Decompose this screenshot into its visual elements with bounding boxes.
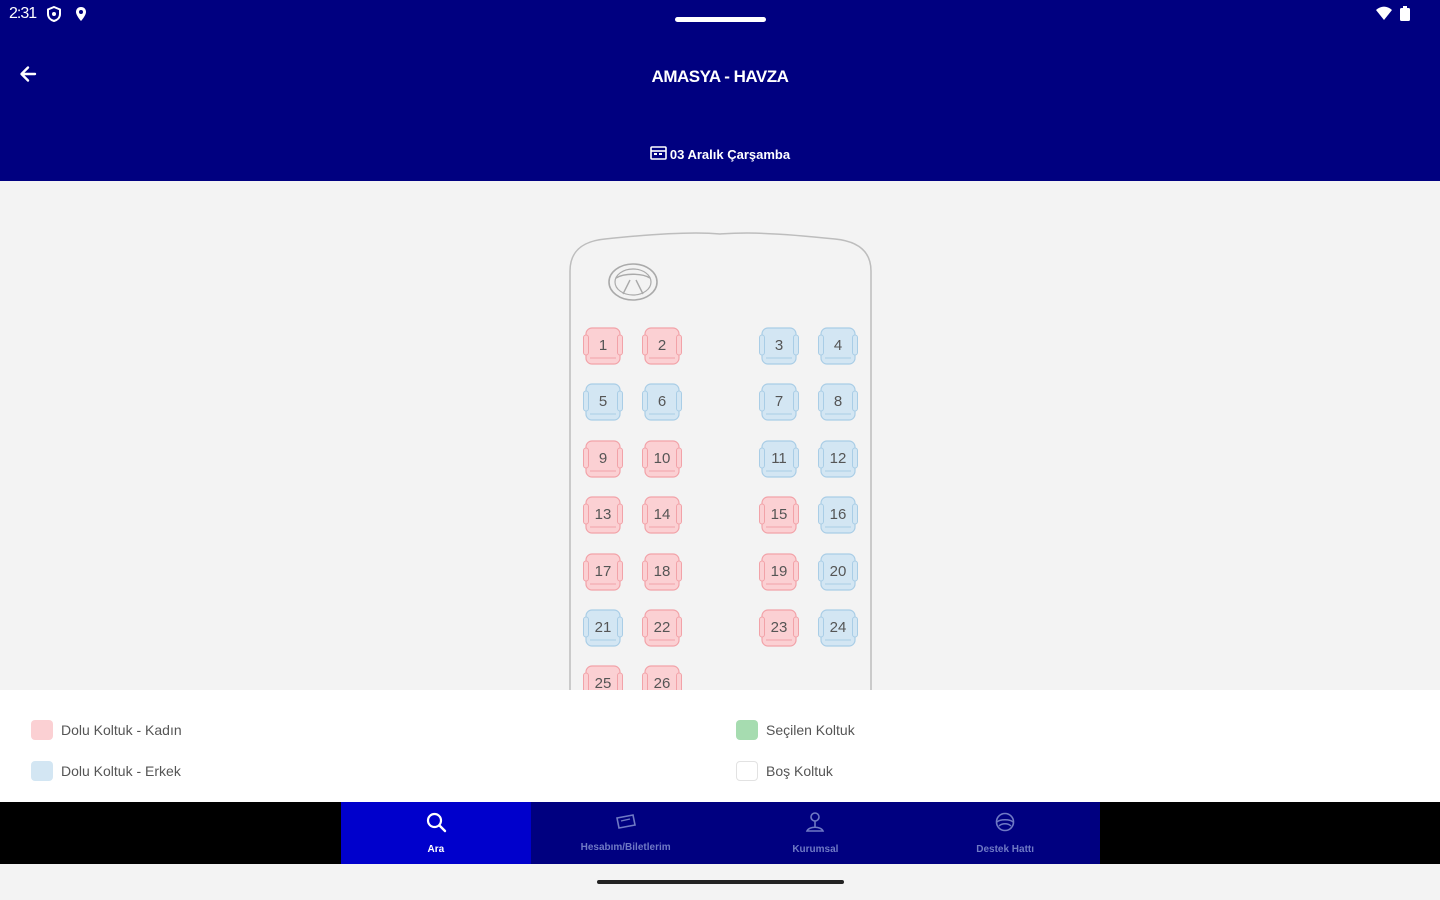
nav-label-tickets: Hesabım/Biletlerim: [580, 842, 671, 853]
seat-number: 16: [829, 506, 847, 524]
wifi-icon: [1375, 6, 1393, 27]
info-icon: [804, 811, 826, 838]
legend-empty: Boş Koltuk: [736, 761, 833, 781]
legend-swatch-female: [31, 720, 53, 740]
seat-3[interactable]: 3: [759, 326, 799, 366]
bus-outline: [569, 232, 872, 690]
seat-number: 20: [829, 562, 847, 580]
route-title: AMASYA - HAVZA: [651, 67, 789, 86]
seat-number: 11: [771, 449, 787, 467]
seat-16[interactable]: 16: [818, 495, 858, 535]
legend-swatch-selected: [736, 720, 758, 740]
seat-17[interactable]: 17: [583, 552, 623, 592]
seat-12[interactable]: 12: [818, 439, 858, 479]
seat-number: 17: [594, 562, 612, 580]
seat-number: 8: [833, 393, 843, 411]
seat-legend: Dolu Koltuk - Kadın Dolu Koltuk - Erkek …: [0, 690, 1440, 802]
seat-number: 18: [653, 562, 671, 580]
seat-21[interactable]: 21: [583, 608, 623, 648]
seat-13[interactable]: 13: [583, 495, 623, 535]
seat-number: 15: [770, 506, 788, 524]
seat-15[interactable]: 15: [759, 495, 799, 535]
nav-item-corporate[interactable]: Kurumsal: [721, 802, 911, 864]
seat-5[interactable]: 5: [583, 382, 623, 422]
seat-number: 9: [598, 449, 608, 467]
legend-label-male: Dolu Koltuk - Erkek: [61, 763, 181, 779]
seat-number: 5: [598, 393, 608, 411]
seat-map: 1 2 3 4 5 6 7 8 9 10 11 12 13 14 15 16 17 18 19 20 21 22 23 24 2…: [0, 181, 1440, 690]
seat-number: 19: [770, 562, 788, 580]
seat-number: 4: [833, 337, 843, 354]
nav-label-support: Destek Hattı: [976, 844, 1035, 855]
steering-wheel-icon: [606, 262, 660, 307]
seat-11[interactable]: 11: [759, 439, 799, 479]
seat-number: 21: [594, 619, 612, 636]
seat-23[interactable]: 23: [759, 608, 799, 648]
legend-swatch-male: [31, 761, 53, 781]
seat-22[interactable]: 22: [642, 608, 682, 648]
seat-number: 10: [653, 449, 671, 467]
system-gesture-bar: [0, 864, 1440, 900]
camera-pill: [675, 17, 766, 22]
seat-26[interactable]: 26: [642, 664, 682, 690]
shield-icon: [46, 5, 62, 27]
legend-label-selected: Seçilen Koltuk: [766, 722, 855, 738]
seat-24[interactable]: 24: [818, 608, 858, 648]
seat-number: 13: [594, 506, 612, 524]
nav-item-tickets[interactable]: Hesabım/Biletlerim: [531, 802, 721, 864]
legend-female: Dolu Koltuk - Kadın: [31, 720, 182, 740]
location-icon: [73, 6, 89, 27]
seat-number: 7: [774, 393, 784, 411]
seat-14[interactable]: 14: [642, 495, 682, 535]
nav-label-search: Ara: [427, 844, 445, 855]
legend-male: Dolu Koltuk - Erkek: [31, 761, 181, 781]
seat-number: 3: [774, 337, 784, 354]
seat-19[interactable]: 19: [759, 552, 799, 592]
support-icon: [994, 811, 1016, 838]
seat-7[interactable]: 7: [759, 382, 799, 422]
bottom-navigation: Ara Hesabım/Biletlerim Kurumsal Destek H…: [0, 802, 1440, 864]
legend-selected: Seçilen Koltuk: [736, 720, 855, 740]
seat-number: 12: [829, 449, 847, 467]
trip-date: 03 Aralık Çarşamba: [0, 146, 1440, 163]
status-bar: 2:31: [0, 0, 1440, 30]
seat-number: 22: [653, 619, 671, 636]
seat-1[interactable]: 1: [583, 326, 623, 366]
seat-number: 2: [657, 337, 667, 354]
seat-number: 1: [598, 337, 608, 354]
seat-number: 23: [770, 619, 788, 636]
seat-number: 25: [594, 675, 612, 690]
nav-label-corporate: Kurumsal: [792, 844, 839, 855]
seat-25[interactable]: 25: [583, 664, 623, 690]
nav-item-support[interactable]: Destek Hattı: [910, 802, 1100, 864]
seat-4[interactable]: 4: [818, 326, 858, 366]
seat-number: 24: [829, 619, 847, 636]
seat-number: 26: [653, 675, 671, 690]
seat-20[interactable]: 20: [818, 552, 858, 592]
legend-label-female: Dolu Koltuk - Kadın: [61, 722, 182, 738]
app-header: 2:31 AMASYA - HAVZA 03 Aralık Çarşamba: [0, 0, 1440, 181]
legend-label-empty: Boş Koltuk: [766, 763, 833, 779]
home-indicator: [597, 880, 844, 884]
status-time: 2:31: [9, 5, 37, 22]
calendar-icon: [650, 146, 667, 163]
nav-item-search[interactable]: Ara: [341, 802, 531, 864]
legend-swatch-empty: [736, 761, 758, 781]
search-icon: [425, 811, 447, 838]
seat-8[interactable]: 8: [818, 382, 858, 422]
seat-2[interactable]: 2: [642, 326, 682, 366]
battery-icon: [1399, 6, 1411, 27]
trip-date-text: 03 Aralık Çarşamba: [669, 147, 791, 162]
seat-number: 6: [657, 393, 667, 411]
seat-number: 14: [653, 506, 671, 524]
nav-bar: Ara Hesabım/Biletlerim Kurumsal Destek H…: [341, 802, 1100, 864]
seat-18[interactable]: 18: [642, 552, 682, 592]
seat-6[interactable]: 6: [642, 382, 682, 422]
seat-9[interactable]: 9: [583, 439, 623, 479]
seat-10[interactable]: 10: [642, 439, 682, 479]
ticket-icon: [615, 813, 637, 836]
